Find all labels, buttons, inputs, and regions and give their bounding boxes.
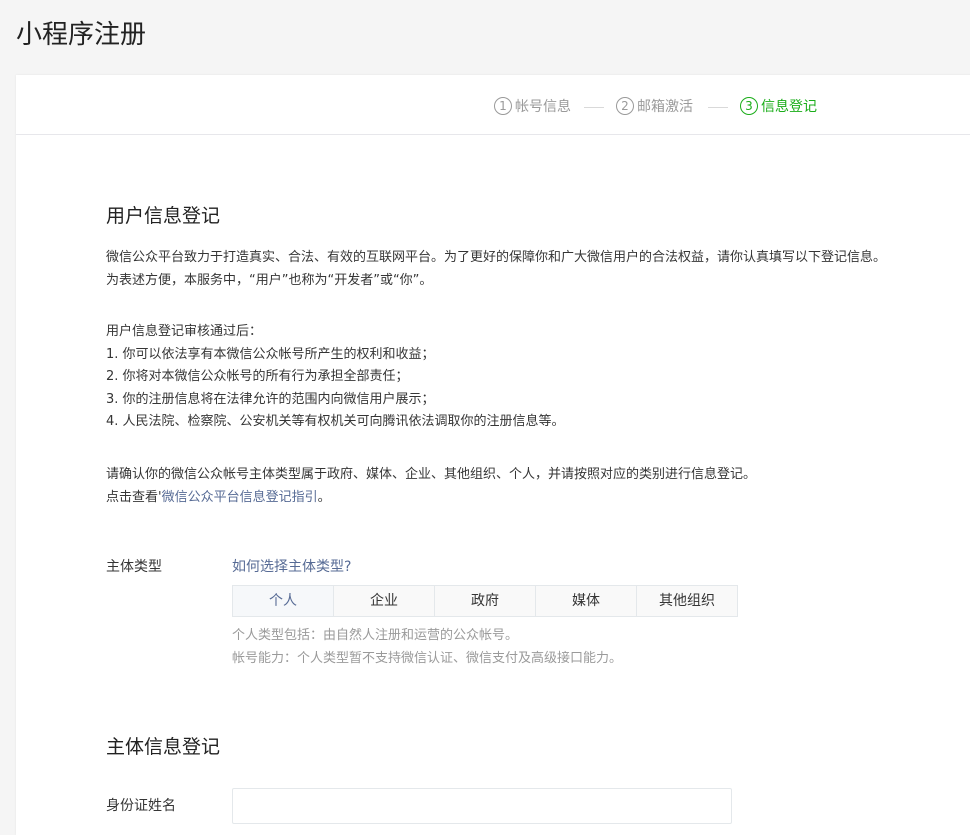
review-item: 2. 你将对本微信公众帐号的所有行为承担全部责任；	[106, 369, 409, 384]
subject-type-option-government[interactable]: 政府	[434, 586, 535, 616]
registration-card: 1 帐号信息 2 邮箱激活 3 信息登记 用户信息登记 微信公众平台致力于打造真…	[16, 75, 970, 835]
step-label: 邮箱激活	[637, 99, 693, 115]
step-label: 帐号信息	[515, 99, 571, 115]
id-name-label: 身份证姓名	[106, 798, 176, 814]
review-list: 用户信息登记审核通过后： 1. 你可以依法享有本微信公众帐号所产生的权利和收益；…	[106, 321, 565, 434]
intro-line: 为表述方便，本服务中，“用户”也称为“开发者”或“你”。	[106, 272, 433, 288]
subject-type-option-media[interactable]: 媒体	[535, 586, 636, 616]
subject-type-tip: 个人类型包括：由自然人注册和运营的公众帐号。	[232, 628, 519, 643]
review-item: 4. 人民法院、检察院、公安机关等有权机关可向腾讯依法调取你的注册信息等。	[106, 414, 565, 429]
subject-type-selector: 个人 企业 政府 媒体 其他组织	[232, 585, 738, 617]
review-item: 3. 你的注册信息将在法律允许的范围内向微信用户展示；	[106, 391, 435, 407]
guide-prefix: 点击查看'	[106, 489, 162, 505]
step-number-2-icon: 2	[616, 97, 634, 115]
step-info-registration: 3 信息登记	[740, 96, 817, 116]
guide-suffix: 。	[317, 489, 331, 505]
step-email-activation: 2 邮箱激活	[616, 96, 693, 116]
guide-link[interactable]: 微信公众平台信息登记指引	[162, 490, 318, 505]
guide-line: 点击查看'微信公众平台信息登记指引。	[106, 487, 756, 510]
confirm-line: 请确认你的微信公众帐号主体类型属于政府、媒体、企业、其他组织、个人，并请按照对应…	[106, 467, 757, 482]
subject-type-option-enterprise[interactable]: 企业	[333, 586, 434, 616]
step-number-1-icon: 1	[494, 97, 512, 115]
step-divider	[708, 107, 728, 108]
subject-info-title: 主体信息登记	[106, 736, 221, 758]
step-divider	[584, 107, 604, 108]
confirm-paragraph: 请确认你的微信公众帐号主体类型属于政府、媒体、企业、其他组织、个人，并请按照对应…	[106, 464, 756, 509]
intro-line: 微信公众平台致力于打造真实、合法、有效的互联网平台。为了更好的保障你和广大微信用…	[106, 250, 887, 265]
page-title: 小程序注册	[16, 20, 147, 50]
review-item: 1. 你可以依法享有本微信公众帐号所产生的权利和收益；	[106, 346, 435, 362]
subject-type-option-personal[interactable]: 个人	[233, 586, 333, 616]
step-number-3-icon: 3	[740, 97, 758, 115]
review-heading: 用户信息登记审核通过后：	[106, 324, 263, 339]
step-label: 信息登记	[761, 99, 817, 115]
intro-paragraph: 微信公众平台致力于打造真实、合法、有效的互联网平台。为了更好的保障你和广大微信用…	[106, 247, 886, 292]
user-info-title: 用户信息登记	[106, 205, 221, 227]
subject-type-help-link[interactable]: 如何选择主体类型?	[232, 556, 351, 576]
subject-type-option-other-org[interactable]: 其他组织	[636, 586, 737, 616]
step-indicator: 1 帐号信息 2 邮箱激活 3 信息登记	[16, 75, 970, 135]
step-account-info: 1 帐号信息	[494, 96, 571, 116]
subject-type-label: 主体类型	[106, 559, 162, 575]
subject-type-tip: 帐号能力：个人类型暂不支持微信认证、微信支付及高级接口能力。	[232, 651, 623, 666]
id-name-input[interactable]	[232, 788, 732, 824]
